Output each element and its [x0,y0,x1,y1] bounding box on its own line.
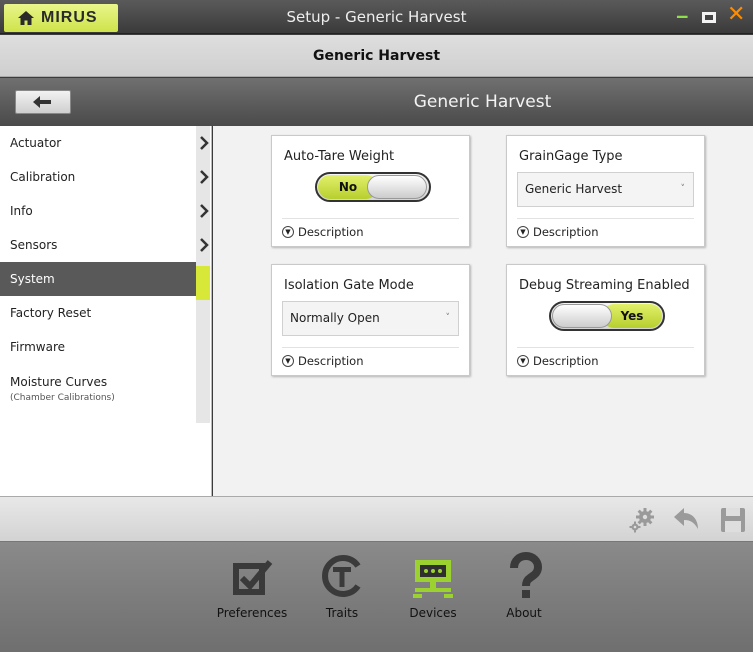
sidebar-item-moisture-curves[interactable]: Moisture Curves (Chamber Calibrations) [0,364,196,424]
traits-icon [322,555,361,597]
card-title: GrainGage Type [519,149,623,164]
chevron-down-icon: ˅ [680,184,686,194]
isolation-gate-card: Isolation Gate Mode Normally Open ˅ ▼ De… [271,264,470,376]
sidebar-item-label: Calibration [10,170,76,184]
nav-label: Traits [325,606,359,620]
nav-traits[interactable]: Traits [302,552,382,620]
chevron-down-circle-icon: ▼ [282,355,294,367]
action-toolbar [0,496,753,542]
close-button[interactable]: ✕ [727,2,745,28]
bottom-navigation: Preferences Traits Devices About [0,542,753,652]
select-value: Normally Open [290,311,380,325]
nav-label: Preferences [216,606,288,620]
description-toggle[interactable]: ▼ Description [517,218,694,239]
auto-tare-card: Auto-Tare Weight No ▼ Description [271,135,470,247]
window-title: Setup - Generic Harvest [286,8,467,26]
sub-navigation: Generic Harvest [0,78,753,126]
section-title: Generic Harvest [413,92,552,112]
sidebar-item-sensors[interactable]: Sensors [0,228,209,262]
back-button[interactable] [15,90,71,114]
description-toggle[interactable]: ▼ Description [282,347,459,368]
chevron-right-icon [198,126,210,160]
sidebar: Actuator Calibration Info Sensors System… [0,126,212,496]
device-icon [413,560,453,598]
description-toggle[interactable]: ▼ Description [517,347,694,368]
nav-devices[interactable]: Devices [393,552,473,620]
toggle-knob[interactable] [367,175,427,199]
title-bar: MIRUS Setup - Generic Harvest ‒ ✕ [0,0,753,34]
toggle-knob[interactable] [552,304,612,328]
sidebar-item-label: Moisture Curves [10,375,108,389]
sidebar-item-label: Factory Reset [10,306,92,320]
chevron-down-icon: ˅ [445,313,451,323]
sidebar-item-label: Info [10,204,33,218]
nav-preferences[interactable]: Preferences [212,552,292,620]
chevron-right-icon [198,160,210,194]
chevron-right-icon [198,228,210,262]
debug-streaming-toggle[interactable]: Yes [549,301,665,331]
page-header: Generic Harvest [0,35,753,77]
nav-label: Devices [409,606,457,620]
checkbox-icon [233,560,273,595]
nav-about[interactable]: About [484,552,564,620]
debug-streaming-card: Debug Streaming Enabled Yes ▼ Descriptio… [506,264,705,376]
auto-tare-toggle[interactable]: No [315,172,431,202]
save-icon[interactable] [720,507,746,533]
sidebar-scroll-thumb[interactable] [196,266,210,300]
gears-icon[interactable] [628,507,656,533]
description-label: Description [533,225,599,239]
back-arrow-icon [33,96,51,108]
select-value: Generic Harvest [525,182,623,196]
description-toggle[interactable]: ▼ Description [282,218,459,239]
description-label: Description [298,354,364,368]
page-title: Generic Harvest [312,48,441,64]
sidebar-item-sublabel: (Chamber Calibrations) [10,393,115,403]
card-title: Isolation Gate Mode [284,278,414,293]
sidebar-item-calibration[interactable]: Calibration [0,160,209,194]
graingage-type-card: GrainGage Type Generic Harvest ˅ ▼ Descr… [506,135,705,247]
card-title: Debug Streaming Enabled [519,278,690,293]
sidebar-item-info[interactable]: Info [0,194,209,228]
undo-icon[interactable] [672,507,700,533]
card-title: Auto-Tare Weight [284,149,395,164]
maximize-button[interactable] [702,12,716,23]
sidebar-item-label: Actuator [10,136,62,150]
chevron-down-circle-icon: ▼ [517,226,529,238]
description-label: Description [298,225,364,239]
sidebar-item-factory-reset[interactable]: Factory Reset [0,296,196,330]
sidebar-item-label: Sensors [10,238,58,252]
isolation-gate-select[interactable]: Normally Open ˅ [282,301,459,336]
sidebar-item-label: Firmware [10,340,65,354]
sidebar-item-firmware[interactable]: Firmware [0,330,196,364]
chevron-right-icon [198,194,210,228]
settings-panel: Auto-Tare Weight No ▼ Description GrainG… [213,126,753,496]
sidebar-item-system[interactable]: System [0,262,196,296]
minimize-button[interactable]: ‒ [676,4,696,30]
sidebar-item-label: System [10,272,55,286]
sidebar-item-actuator[interactable]: Actuator [0,126,209,160]
nav-label: About [506,606,542,620]
graingage-type-select[interactable]: Generic Harvest ˅ [517,172,694,207]
chevron-down-circle-icon: ▼ [517,355,529,367]
description-label: Description [533,354,599,368]
chevron-down-circle-icon: ▼ [282,226,294,238]
question-icon [510,552,543,598]
